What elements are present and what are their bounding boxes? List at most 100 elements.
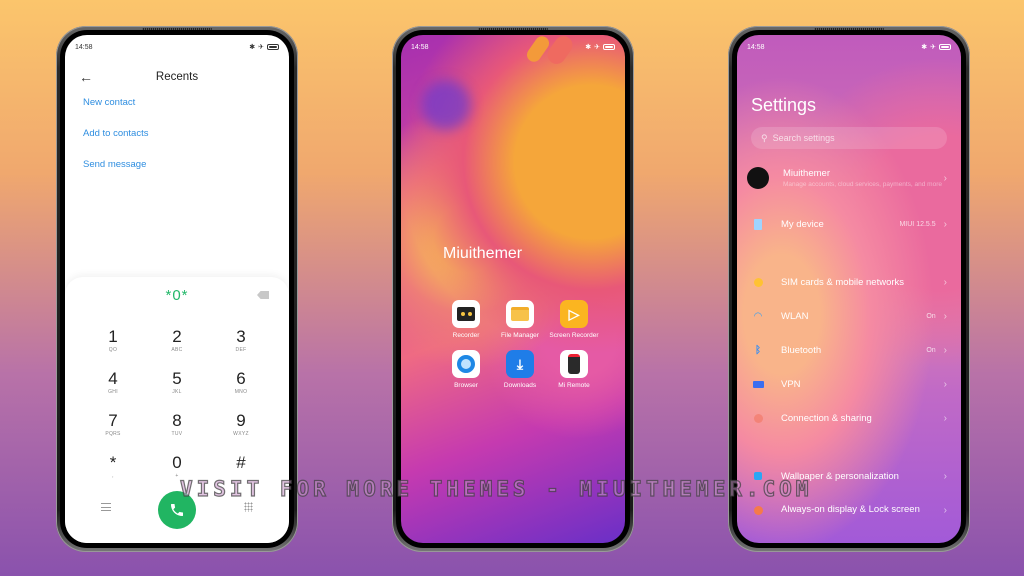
status-bar: 14:58 ✱ ✈ xyxy=(411,41,615,53)
chevron-right-icon: › xyxy=(943,218,947,230)
app-label: Browser xyxy=(454,382,478,389)
key-3[interactable]: 3 DEF xyxy=(209,327,273,357)
chevron-right-icon: › xyxy=(943,504,947,516)
status-time: 14:58 xyxy=(411,43,429,51)
home-screen: 14:58 ✱ ✈ Miuithemer Recorder File Manage… xyxy=(401,35,625,543)
keypad-toggle-icon[interactable] xyxy=(244,502,253,512)
key-letters: QO xyxy=(108,347,118,353)
sim-icon xyxy=(749,273,767,291)
item-value: MIUI 12.5.5 xyxy=(899,220,936,228)
settings-item-wallpaper[interactable]: Wallpaper & personalization › xyxy=(737,467,961,485)
speaker-grille xyxy=(478,28,548,30)
key-digit: 8 xyxy=(172,411,182,430)
status-time: 14:58 xyxy=(747,43,765,51)
call-button[interactable] xyxy=(158,491,196,529)
key-letters: PQRS xyxy=(105,431,121,437)
key-1[interactable]: 1 QO xyxy=(81,327,145,357)
item-label: My device xyxy=(781,218,824,230)
chevron-right-icon: › xyxy=(943,344,947,356)
key-8[interactable]: 8 TUV xyxy=(145,411,209,441)
item-label: Connection & sharing xyxy=(781,412,872,424)
chevron-right-icon: › xyxy=(943,172,947,184)
settings-item-sim[interactable]: SIM cards & mobile networks › xyxy=(737,273,961,291)
speaker-grille xyxy=(814,28,884,30)
new-contact-link[interactable]: New contact xyxy=(83,97,148,128)
phone-homescreen: 14:58 ✱ ✈ Miuithemer Recorder File Manage… xyxy=(392,26,634,552)
keypad: 1 QO 2 ABC 3 DEF 4 GHI 5 JKL 6 MNO 7 PQRS 8 TUV … xyxy=(81,327,273,483)
key-digit: 7 xyxy=(108,411,118,430)
key-digit: 6 xyxy=(236,369,246,388)
battery-icon xyxy=(603,44,615,50)
app-label: Recorder xyxy=(452,332,480,339)
app-grid: Recorder File Manager ▷ Screen Recorder B… xyxy=(439,300,601,390)
app-file-manager[interactable]: File Manager xyxy=(493,300,547,340)
key-letters: TUV xyxy=(171,431,183,437)
account-name: Miuithemer xyxy=(783,167,830,179)
item-value: On xyxy=(926,312,936,320)
app-mi-remote[interactable]: Mi Remote xyxy=(547,350,601,390)
download-icon: ⤓ xyxy=(506,350,534,378)
item-label: Wallpaper & personalization xyxy=(781,470,899,482)
app-screen-recorder[interactable]: ▷ Screen Recorder xyxy=(547,300,601,340)
menu-icon[interactable] xyxy=(101,503,111,511)
status-bar: 14:58 ✱ ✈ xyxy=(747,41,951,53)
key-digit: 3 xyxy=(236,327,246,346)
search-icon: ⚲ xyxy=(761,132,768,143)
search-placeholder: Search settings xyxy=(772,133,835,143)
settings-screen: 14:58 ✱ ✈ Settings ⚲ Search settings Miui… xyxy=(737,35,961,543)
settings-item-my-device[interactable]: My device MIUI 12.5.5 › xyxy=(737,215,961,233)
app-browser[interactable]: Browser xyxy=(439,350,493,390)
add-to-contacts-link[interactable]: Add to contacts xyxy=(83,128,148,159)
item-label: SIM cards & mobile networks xyxy=(781,276,905,288)
key-7[interactable]: 7 PQRS xyxy=(81,411,145,441)
recents-header: ← Recents xyxy=(65,65,289,89)
app-downloads[interactable]: ⤓ Downloads xyxy=(493,350,547,390)
bluetooth-icon: ᛒ xyxy=(755,344,761,356)
key-5[interactable]: 5 JKL xyxy=(145,369,209,399)
recents-menu: New contact Add to contacts Send message xyxy=(83,97,148,190)
chevron-right-icon: › xyxy=(943,378,947,390)
app-label: Downloads xyxy=(503,382,537,389)
key-hash[interactable]: # xyxy=(209,453,273,483)
send-message-link[interactable]: Send message xyxy=(83,159,148,190)
bluetooth-icon: ✱ xyxy=(249,44,256,51)
battery-icon xyxy=(939,44,951,50)
settings-item-bluetooth[interactable]: ᛒ Bluetooth On › xyxy=(737,341,961,359)
settings-item-vpn[interactable]: VPN › xyxy=(737,375,961,393)
key-9[interactable]: 9 WXYZ xyxy=(209,411,273,441)
key-2[interactable]: 2 ABC xyxy=(145,327,209,357)
dialer-actions xyxy=(65,491,289,529)
account-row[interactable]: Miuithemer Manage accounts, cloud service… xyxy=(737,167,961,189)
share-icon xyxy=(749,409,767,427)
bluetooth-icon: ✱ xyxy=(585,44,592,51)
app-label: Screen Recorder xyxy=(549,332,599,339)
key-letters: GHI xyxy=(108,389,118,395)
key-4[interactable]: 4 GHI xyxy=(81,369,145,399)
dialer-screen: 14:58 ✱ ✈ ← Recents New contact Add to co… xyxy=(65,35,289,543)
settings-item-lock-screen[interactable]: Always-on display & Lock screen › xyxy=(737,501,961,519)
search-settings-input[interactable]: ⚲ Search settings xyxy=(751,127,947,149)
wallpaper-shape xyxy=(421,80,471,130)
key-6[interactable]: 6 MNO xyxy=(209,369,273,399)
battery-icon xyxy=(267,44,279,50)
app-recorder[interactable]: Recorder xyxy=(439,300,493,340)
page-title: Settings xyxy=(751,95,817,115)
recorder-icon xyxy=(452,300,480,328)
app-label: Mi Remote xyxy=(558,382,590,389)
app-label: File Manager xyxy=(501,332,539,339)
key-digit: # xyxy=(236,453,246,472)
chevron-right-icon: › xyxy=(943,412,947,424)
settings-item-connection-sharing[interactable]: Connection & sharing › xyxy=(737,409,961,427)
back-arrow-icon[interactable]: ← xyxy=(79,69,93,85)
key-digit: * xyxy=(109,453,117,472)
key-0[interactable]: 0 + xyxy=(145,453,209,483)
settings-item-wlan[interactable]: ◠ WLAN On › xyxy=(737,307,961,325)
remote-icon xyxy=(560,350,588,378)
item-label: Bluetooth xyxy=(781,344,822,356)
key-letters: MNO xyxy=(234,389,248,395)
key-star[interactable]: *, xyxy=(81,453,145,483)
folder-icon xyxy=(506,300,534,328)
key-letters: + xyxy=(175,473,179,479)
page-title: Recents xyxy=(155,71,199,83)
screen-recorder-icon: ▷ xyxy=(560,300,588,328)
